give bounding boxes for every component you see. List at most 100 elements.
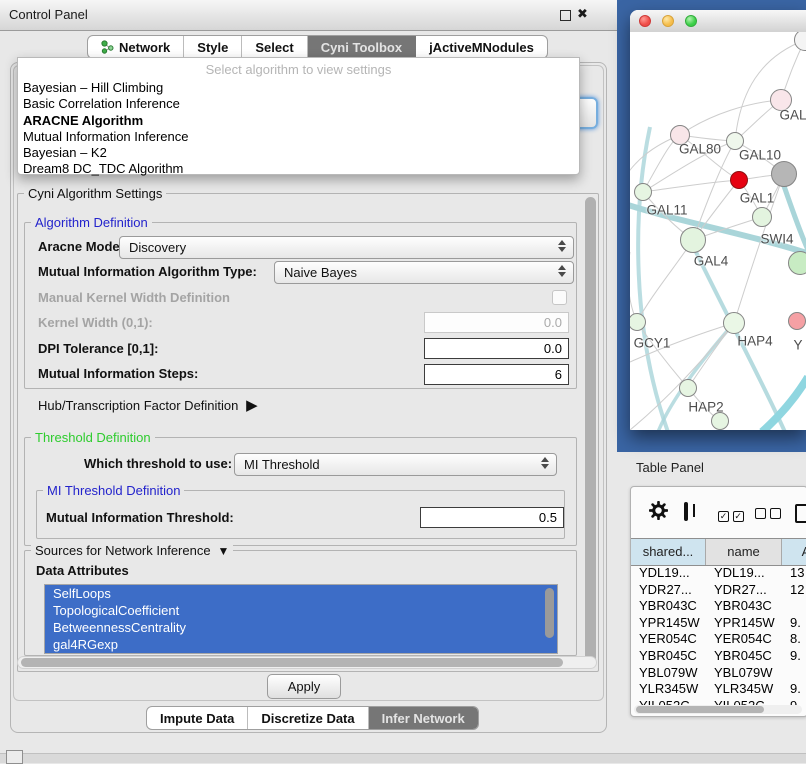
manual-kernel-checkbox[interactable] (552, 290, 567, 305)
tab-discretize-data[interactable]: Discretize Data (248, 707, 368, 729)
column-header-shared[interactable]: shared... (631, 539, 706, 565)
table-cell: YBR043C (631, 598, 706, 615)
dropdown-item[interactable]: Dream8 DC_TDC Algorithm (18, 161, 579, 177)
document-icon[interactable] (795, 504, 806, 523)
column-header-name[interactable]: name (706, 539, 782, 565)
table-cell: YER054C (631, 631, 706, 648)
table-row[interactable]: YBR043CYBR043C (631, 598, 806, 615)
table-cell: YER054C (706, 631, 782, 648)
network-node-hap2[interactable] (679, 379, 697, 397)
chevron-right-icon: ▶ (242, 397, 258, 414)
network-node[interactable] (711, 412, 729, 430)
table-header-row: shared...nameA (631, 538, 806, 566)
table-row[interactable]: YBL079WYBL079W (631, 665, 806, 682)
aracne-mode-select[interactable]: Discovery (119, 236, 574, 259)
attribute-list-item[interactable]: gal4RGexp (45, 636, 557, 653)
dropdown-item[interactable]: Basic Correlation Inference (18, 96, 579, 112)
select-checked-icon[interactable]: ✓ ✓ (718, 507, 744, 522)
network-node-y[interactable] (788, 312, 806, 330)
node-label: GAL1 (740, 191, 775, 206)
split-columns-icon[interactable] (684, 502, 688, 521)
float-window-icon[interactable] (560, 10, 571, 21)
table-row[interactable]: YER054CYER054C8. (631, 631, 806, 648)
network-window-titlebar[interactable] (630, 10, 806, 33)
cyni-bottom-tabbar: Impute DataDiscretize DataInfer Network (146, 706, 479, 730)
tab-label: Cyni Toolbox (321, 40, 402, 55)
table-cell: 9. (782, 681, 806, 698)
table-cell (782, 665, 806, 682)
table-horizontal-scrollbar[interactable] (634, 705, 802, 714)
control-panel-tabbar: Network Style Select Cyni Toolbox jActiveMNo… (87, 35, 548, 59)
node-label: GCY1 (634, 336, 671, 351)
tab-infer-network[interactable]: Infer Network (369, 707, 478, 729)
tab-jactivemnodules[interactable]: jActiveMNodules (416, 36, 547, 58)
mi-steps-field[interactable]: 6 (424, 364, 569, 385)
table-cell: YDR27... (706, 582, 782, 599)
mi-steps-label: Mutual Information Steps: (38, 366, 198, 381)
table-row[interactable]: YDR27...YDR27...12 (631, 582, 806, 599)
table-cell: 13 (782, 565, 806, 582)
network-node[interactable] (730, 171, 748, 189)
dropdown-prompt: Select algorithm to view settings (18, 58, 579, 80)
table-row[interactable]: YPR145WYPR145W9. (631, 615, 806, 632)
sources-legend[interactable]: Sources for Network Inference ▼ (31, 543, 233, 558)
spinner-arrows-icon (558, 265, 566, 277)
dropdown-item[interactable]: Bayesian – Hill Climbing (18, 80, 579, 96)
apply-button[interactable]: Apply (267, 674, 341, 699)
table-row[interactable]: YDL19...YDL19...13 (631, 565, 806, 582)
table-row[interactable]: YBR045CYBR045C9. (631, 648, 806, 665)
tab-style[interactable]: Style (184, 36, 242, 58)
node-label: HAP4 (737, 334, 772, 349)
network-node-swi4[interactable] (788, 251, 806, 275)
network-node-gal1[interactable] (752, 207, 772, 227)
mi-threshold-field[interactable]: 0.5 (420, 507, 564, 528)
tab-cyni-toolbox[interactable]: Cyni Toolbox (308, 36, 416, 58)
hub-definition-toggle[interactable]: Hub/Transcription Factor Definition ▶ (38, 396, 258, 414)
which-threshold-select[interactable]: MI Threshold (234, 453, 557, 476)
network-canvas[interactable]: GALGAL80GAL10GAL1GAL11GAL4SWI4GCY1HAP4YH… (630, 32, 806, 430)
minimize-traffic-light-icon[interactable] (662, 15, 674, 27)
table-cell (782, 598, 806, 615)
data-attributes-list[interactable]: SelfLoopsTopologicalCoefficientBetweenne… (44, 584, 558, 654)
mi-threshold-label: Mutual Information Threshold: (46, 510, 234, 525)
table-cell: YLR345W (631, 681, 706, 698)
node-label: GAL (779, 108, 806, 123)
tab-label: Style (197, 40, 228, 55)
network-node-gal11[interactable] (634, 183, 652, 201)
list-vertical-scrollbar[interactable] (545, 588, 554, 638)
network-icon (101, 40, 114, 54)
network-node[interactable] (771, 161, 797, 187)
gear-icon[interactable] (649, 501, 668, 523)
select-unchecked-icon[interactable] (755, 507, 781, 522)
aracne-mode-value: Discovery (129, 240, 186, 255)
tab-label: jActiveMNodules (429, 40, 534, 55)
settings-horizontal-scrollbar[interactable] (17, 656, 597, 669)
attribute-list-item[interactable]: SelfLoops (45, 585, 557, 602)
table-body: YDL19...YDL19...13YDR27...YDR27...12YBR0… (631, 565, 806, 714)
network-node-gal4[interactable] (680, 227, 706, 253)
network-node-hap4[interactable] (723, 312, 745, 334)
dropdown-item[interactable]: ARACNE Algorithm (18, 113, 579, 129)
dpi-tolerance-field[interactable]: 0.0 (424, 338, 569, 359)
kernel-width-field[interactable]: 0.0 (424, 312, 569, 333)
column-header-A[interactable]: A (782, 539, 806, 565)
node-label: SWI4 (760, 232, 793, 247)
table-cell: YPR145W (706, 615, 782, 632)
table-panel-title: Table Panel (636, 460, 704, 475)
attribute-list-item[interactable]: BetweennessCentrality (45, 619, 557, 636)
table-row[interactable]: YLR345WYLR345W9. (631, 681, 806, 698)
close-traffic-light-icon[interactable] (639, 15, 651, 27)
tab-network[interactable]: Network (88, 36, 184, 58)
table-cell: YPR145W (631, 615, 706, 632)
close-panel-icon[interactable]: ✖ (577, 6, 588, 22)
dropdown-item[interactable]: Bayesian – K2 (18, 145, 579, 161)
tab-impute-data[interactable]: Impute Data (147, 707, 248, 729)
table-toolbar: ✓ ✓ (631, 487, 806, 537)
dropdown-item[interactable]: Mutual Information Inference (18, 129, 579, 145)
settings-vertical-scrollbar[interactable] (584, 196, 597, 666)
attribute-list-item[interactable]: TopologicalCoefficient (45, 602, 557, 619)
network-window: GALGAL80GAL10GAL1GAL11GAL4SWI4GCY1HAP4YH… (630, 10, 806, 430)
zoom-traffic-light-icon[interactable] (685, 15, 697, 27)
mi-algorithm-type-select[interactable]: Naive Bayes (274, 261, 574, 284)
tab-select[interactable]: Select (242, 36, 307, 58)
